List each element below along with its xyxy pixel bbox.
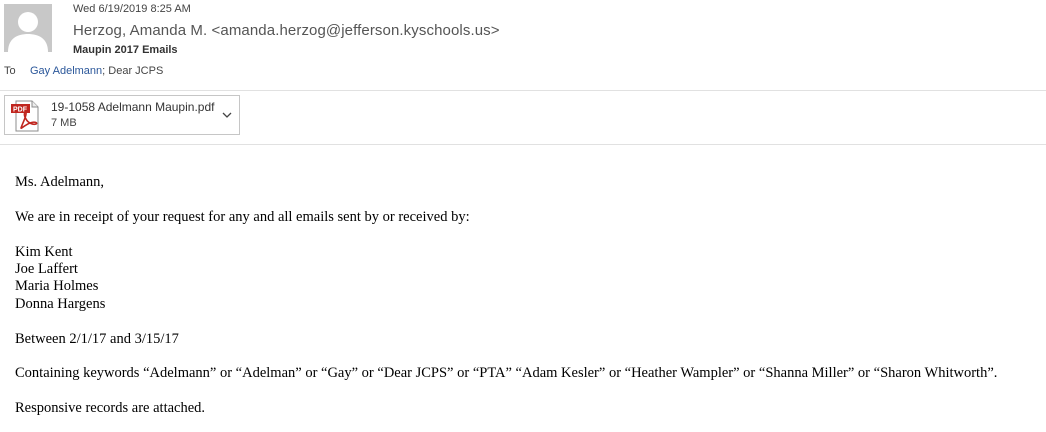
keywords-line: Containing keywords “Adelmann” or “Adelm… (15, 365, 998, 382)
name-item: Kim Kent (15, 243, 73, 260)
sent-date: Wed 6/19/2019 8:25 AM (73, 3, 191, 15)
greeting: Ms. Adelmann, (15, 174, 105, 190)
email-body: Ms. Adelmann, We are in receipt of your … (15, 174, 997, 418)
chevron-down-icon[interactable] (221, 109, 233, 121)
header-divider (0, 90, 1046, 91)
to-label: To (4, 65, 16, 77)
name-item: Donna Hargens (15, 295, 106, 312)
attachment-card[interactable]: PDF 19-1058 Adelmann Maupin.pdf 7 MB (4, 95, 240, 135)
request-intro: We are in receipt of your request for an… (15, 208, 470, 225)
sender-name[interactable]: Herzog, Amanda M. <amanda.herzog@jeffers… (73, 22, 500, 39)
recipient-separator: ; (102, 65, 106, 77)
date-range: Between 2/1/17 and 3/15/17 (15, 330, 179, 347)
attachment-name[interactable]: 19-1058 Adelmann Maupin.pdf (51, 100, 214, 114)
name-item: Joe Laffert (15, 261, 78, 277)
closing-line: Responsive records are attached. (15, 400, 206, 417)
recipients-row: To Gay Adelmann; Dear JCPS (4, 65, 163, 77)
sender-avatar[interactable] (4, 4, 52, 52)
recipient-gay-adelmann[interactable]: Gay Adelmann (30, 65, 102, 77)
attachment-size: 7 MB (51, 117, 77, 129)
name-item: Maria Holmes (15, 278, 99, 295)
email-subject: Maupin 2017 Emails (73, 44, 178, 56)
attachment-divider (0, 144, 1046, 145)
person-silhouette-icon (8, 12, 48, 52)
recipient-dear-jcps[interactable]: Dear JCPS (108, 65, 163, 77)
pdf-file-icon: PDF (11, 100, 39, 132)
